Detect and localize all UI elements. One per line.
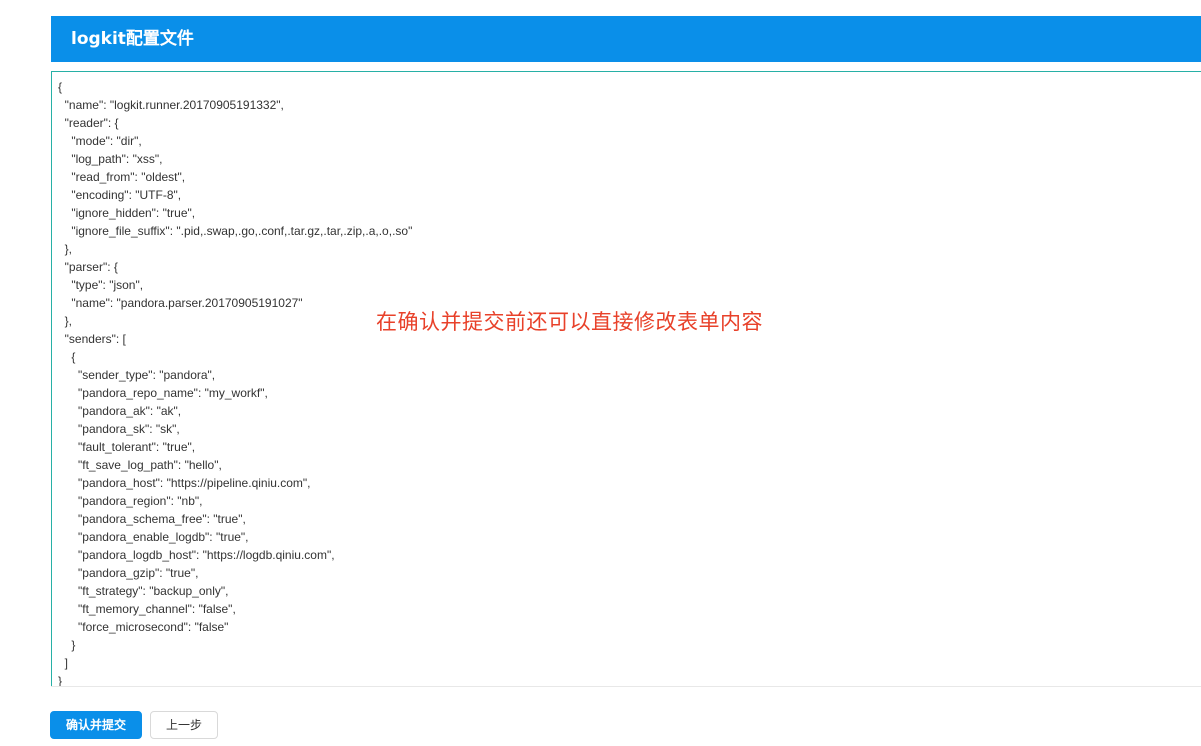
config-json-content[interactable]: { "name": "logkit.runner.20170905191332"… [52,72,1201,686]
confirm-submit-button[interactable]: 确认并提交 [50,711,142,739]
page-title: logkit配置文件 [71,29,194,49]
annotation-note: 在确认并提交前还可以直接修改表单内容 [376,310,763,334]
config-editor[interactable]: { "name": "logkit.runner.20170905191332"… [51,71,1201,687]
previous-step-button[interactable]: 上一步 [150,711,218,739]
config-header: logkit配置文件 [51,16,1201,62]
divider [51,686,1201,687]
